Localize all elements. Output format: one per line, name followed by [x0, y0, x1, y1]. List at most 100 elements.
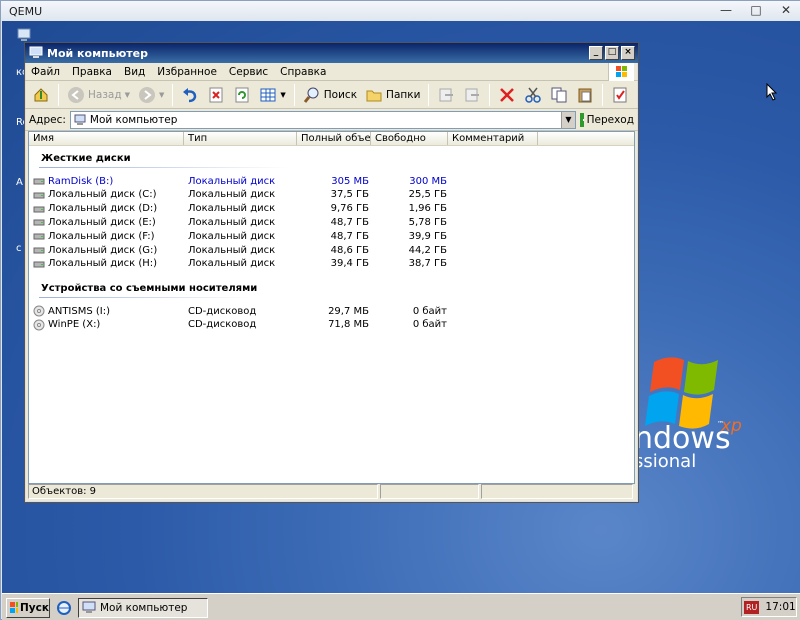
- move-to-button[interactable]: [434, 84, 458, 106]
- desktop-icon-label[interactable]: А: [16, 177, 23, 188]
- drive-type: Локальный диск: [188, 189, 276, 201]
- drive-row[interactable]: Локальный диск (C:) Локальный диск 37,5 ГБ…: [33, 188, 447, 202]
- window-close-button[interactable]: ×: [621, 46, 635, 60]
- column-type[interactable]: Тип: [184, 132, 297, 145]
- column-comment[interactable]: Комментарий: [448, 132, 538, 145]
- chevron-down-icon[interactable]: ▼: [159, 91, 164, 99]
- maximize-button[interactable]: □: [747, 3, 765, 17]
- drive-row[interactable]: Локальный диск (G:) Локальный диск 48,6 ГБ…: [33, 243, 447, 257]
- search-label: Поиск: [323, 88, 358, 101]
- mouse-cursor-icon: [766, 83, 778, 101]
- copy-to-button[interactable]: [460, 84, 484, 106]
- chevron-down-icon[interactable]: ▼: [280, 91, 285, 99]
- delete-doc-button[interactable]: [204, 84, 228, 106]
- hard-disk-icon: [33, 261, 45, 268]
- file-list: Имя Тип Полный объем Свободно Комментари…: [28, 131, 635, 484]
- delete-x-icon: [500, 87, 515, 102]
- status-pane: [380, 484, 479, 499]
- drive-row[interactable]: Локальный диск (H:) Локальный диск 39,4 ГБ…: [33, 257, 447, 271]
- toolbar: Назад ▼ ▼ ▼ Поиск Папки: [25, 81, 638, 109]
- undo-button[interactable]: [178, 84, 202, 106]
- drive-name: WinPE (X:): [48, 319, 101, 331]
- drive-total: 39,4 ГБ: [330, 258, 369, 270]
- drive-row[interactable]: WinPE (X:) CD-дисковод 71,8 МБ 0 байт: [33, 318, 447, 332]
- xp-wordmark: xp: [721, 416, 742, 436]
- cd-drive-icon: [33, 319, 45, 331]
- drive-total: 48,7 ГБ: [330, 216, 369, 228]
- minimize-button[interactable]: —: [717, 3, 735, 17]
- window-maximize-button[interactable]: □: [605, 46, 619, 60]
- menu-edit[interactable]: Правка: [66, 66, 118, 78]
- delete-document-icon: [209, 87, 223, 102]
- drive-type: Локальный диск: [188, 203, 276, 215]
- drive-free: 39,9 ГБ: [408, 230, 447, 242]
- menu-file[interactable]: Файл: [25, 66, 66, 78]
- address-input[interactable]: Мой компьютер ▼: [69, 110, 576, 129]
- views-button[interactable]: ▼: [256, 84, 288, 106]
- my-computer-icon: [29, 46, 43, 58]
- explorer-window: Мой компьютер _ □ × Файл Правка Вид Избр…: [24, 42, 639, 503]
- group-divider: [39, 167, 289, 168]
- folders-button[interactable]: Папки: [362, 84, 423, 106]
- status-pane: [481, 484, 633, 499]
- forward-arrow-icon: [139, 86, 155, 103]
- cut-button[interactable]: [521, 84, 545, 106]
- go-arrow-icon: [580, 112, 584, 127]
- explorer-titlebar[interactable]: Мой компьютер _ □ ×: [25, 43, 638, 63]
- forward-button[interactable]: ▼: [135, 84, 167, 106]
- drive-row[interactable]: Локальный диск (F:) Локальный диск 48,7 ГБ…: [33, 229, 447, 243]
- drive-free: 1,96 ГБ: [408, 203, 447, 215]
- computer-icon[interactable]: [16, 27, 32, 43]
- copy-to-icon: [465, 88, 480, 101]
- search-icon: [303, 87, 319, 103]
- up-button[interactable]: [29, 84, 53, 106]
- drive-row[interactable]: Локальный диск (E:) Локальный диск 48,7 ГБ…: [33, 215, 447, 229]
- drive-name: Локальный диск (F:): [48, 230, 155, 242]
- hard-disk-icon: [33, 233, 45, 240]
- drive-name: Локальный диск (H:): [48, 258, 158, 270]
- qemu-titlebar[interactable]: QEMU — □ ✕: [1, 1, 800, 21]
- scissors-icon: [525, 87, 542, 103]
- drive-row[interactable]: RamDisk (B:) Локальный диск 305 МБ 300 МБ: [33, 174, 447, 188]
- drive-free: 44,2 ГБ: [408, 244, 447, 256]
- start-button[interactable]: Пуск: [6, 597, 50, 618]
- qemu-title: QEMU: [9, 4, 43, 18]
- paste-button[interactable]: [573, 84, 597, 106]
- properties-button[interactable]: [608, 84, 632, 106]
- drive-row[interactable]: ANTISMS (I:) CD-дисковод 29,7 МБ 0 байт: [33, 304, 447, 318]
- column-free[interactable]: Свободно: [371, 132, 448, 145]
- go-label: Переход: [586, 113, 634, 126]
- my-computer-icon: [74, 114, 86, 125]
- menu-tools[interactable]: Сервис: [223, 66, 274, 78]
- group-removable: Устройства со съемными носителями: [41, 283, 258, 294]
- drive-total: 37,5 ГБ: [330, 189, 369, 201]
- status-bar: Объектов: 9: [28, 484, 635, 500]
- drive-name: RamDisk (B:): [48, 175, 114, 187]
- drive-free: 25,5 ГБ: [408, 189, 447, 201]
- taskbar-item-my-computer[interactable]: Мой компьютер: [78, 597, 208, 618]
- menu-favorites[interactable]: Избранное: [151, 66, 223, 78]
- internet-explorer-icon[interactable]: [56, 600, 72, 616]
- window-minimize-button[interactable]: _: [589, 46, 603, 60]
- refresh-button[interactable]: [230, 84, 254, 106]
- column-total[interactable]: Полный объем: [297, 132, 371, 145]
- address-label: Адрес:: [29, 113, 66, 126]
- my-computer-icon: [82, 601, 96, 613]
- column-name[interactable]: Имя: [29, 132, 184, 145]
- language-indicator[interactable]: RU: [744, 600, 760, 614]
- copy-button[interactable]: [547, 84, 571, 106]
- desktop-icon-label[interactable]: с: [16, 243, 22, 254]
- menu-help[interactable]: Справка: [274, 66, 332, 78]
- drive-free: 38,7 ГБ: [408, 258, 447, 270]
- delete-button[interactable]: [495, 84, 519, 106]
- menu-view[interactable]: Вид: [118, 66, 151, 78]
- address-dropdown-button[interactable]: ▼: [561, 111, 575, 128]
- search-button[interactable]: Поиск: [300, 84, 360, 106]
- close-button[interactable]: ✕: [777, 3, 795, 17]
- drive-name: Локальный диск (D:): [48, 203, 158, 215]
- chevron-down-icon[interactable]: ▼: [125, 91, 130, 99]
- drive-row[interactable]: Локальный диск (D:) Локальный диск 9,76 ГБ…: [33, 202, 447, 216]
- back-button[interactable]: Назад ▼: [64, 84, 133, 106]
- clock: 17:01: [765, 601, 796, 613]
- go-button[interactable]: Переход: [580, 112, 634, 127]
